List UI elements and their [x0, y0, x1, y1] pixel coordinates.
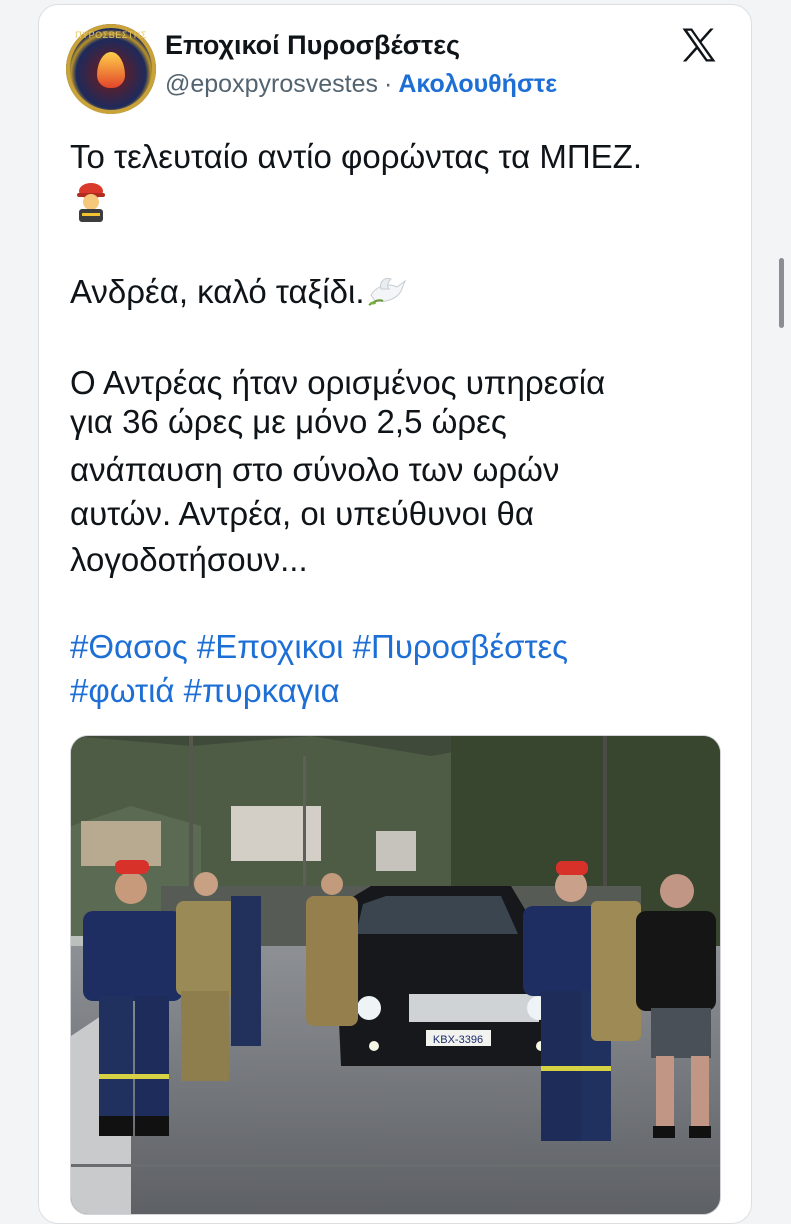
tweet-para-line-1: Ο Αντρέας ήταν ορισμένος υπηρεσία	[70, 364, 606, 401]
scrollbar-thumb[interactable]	[779, 258, 784, 328]
dove-emoji-icon	[367, 278, 406, 306]
tweet-photo[interactable]: ΚΒΧ-3396	[70, 735, 721, 1215]
x-logo-icon[interactable]	[677, 23, 721, 67]
firefighter-emoji-icon	[77, 183, 105, 222]
avatar[interactable]: ΠΥΡΟΣΒΕΣΤΗΣ	[66, 24, 156, 114]
author-name[interactable]: Εποχικοί Πυροσβέστες	[165, 30, 460, 61]
tweet-text-line-2-text: Ανδρέα, καλό ταξίδι.	[70, 273, 365, 310]
tweet-para-line-5: λογοδοτήσουν...	[70, 541, 308, 578]
flame-icon	[97, 52, 125, 88]
hashtags: #Θασος #Εποχικοι #Πυροσβέστες #φωτιά #πυ…	[70, 625, 710, 713]
tweet-text-line-2: Ανδρέα, καλό ταξίδι.	[70, 272, 407, 311]
tweet-para-line-3: ανάπαυση στο σύνολο των ωρών	[70, 451, 560, 488]
author-handle[interactable]: @epoxpyrosvestes	[165, 70, 378, 98]
separator-dot: ·	[383, 70, 393, 98]
avatar-ring-text: ΠΥΡΟΣΒΕΣΤΗΣ	[75, 30, 147, 40]
hashtag-link[interactable]: #Θασος	[70, 628, 188, 665]
handle-row: @epoxpyrosvestes · Ακολουθήστε	[165, 70, 557, 99]
tweet-para-line-4: αυτών. Αντρέα, οι υπεύθυνοι θα	[70, 495, 534, 532]
funeral-procession-photo: ΚΒΧ-3396	[71, 736, 720, 1214]
follow-button[interactable]: Ακολουθήστε	[398, 70, 557, 98]
tweet-para-line-2: για 36 ώρες με μόνο 2,5 ώρες	[70, 403, 507, 440]
hashtag-link[interactable]: #Εποχικοι	[197, 628, 344, 665]
hashtag-link[interactable]: #Πυροσβέστες	[353, 628, 568, 665]
tweet-text-line-1: Το τελευταίο αντίο φορώντας τα ΜΠΕΖ.	[70, 138, 643, 175]
hashtag-link[interactable]: #πυρκαγια	[184, 672, 340, 709]
license-plate: ΚΒΧ-3396	[433, 1034, 483, 1046]
hashtag-link[interactable]: #φωτιά	[70, 672, 175, 709]
